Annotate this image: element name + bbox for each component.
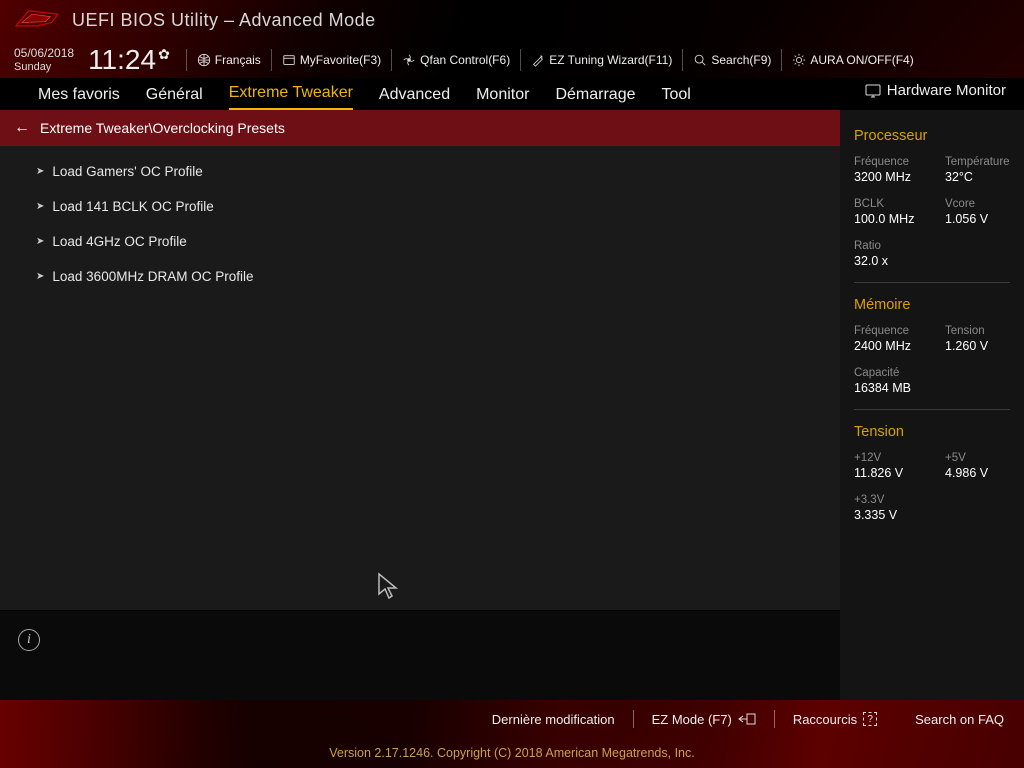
mem-section-title: Mémoire — [854, 297, 1010, 313]
tab-tool[interactable]: Tool — [661, 86, 690, 110]
temp-label: Température — [945, 156, 1010, 168]
monitor-icon — [865, 84, 881, 98]
list-item[interactable]: Load Gamers' OC Profile — [0, 154, 840, 189]
last-modification-button[interactable]: Dernière modification — [492, 712, 615, 727]
search-icon — [693, 53, 707, 67]
info-icon: i — [18, 629, 40, 651]
page-title: UEFI BIOS Utility – Advanced Mode — [72, 10, 376, 31]
bclk-label: BCLK — [854, 198, 919, 210]
myfavorite-button[interactable]: MyFavorite(F3) — [282, 53, 381, 67]
aura-icon — [792, 53, 806, 67]
bclk-value: 100.0 MHz — [854, 212, 919, 226]
ratio-value: 32.0 x — [854, 254, 919, 268]
list-item[interactable]: Load 4GHz OC Profile — [0, 224, 840, 259]
time-display[interactable]: 11:24✿ — [88, 44, 170, 76]
v33-value: 3.335 V — [854, 508, 919, 522]
v5-label: +5V — [945, 452, 1010, 464]
copyright-text: Version 2.17.1246. Copyright (C) 2018 Am… — [0, 746, 1024, 760]
ratio-label: Ratio — [854, 240, 919, 252]
tab-extreme-tweaker[interactable]: Extreme Tweaker — [229, 84, 353, 110]
v33-label: +3.3V — [854, 494, 919, 506]
vcore-label: Vcore — [945, 198, 1010, 210]
rog-logo-icon — [12, 6, 62, 34]
hardware-monitor-title: Hardware Monitor — [865, 82, 1006, 99]
date-display: 05/06/2018 Sunday — [14, 47, 74, 73]
language-button[interactable]: Français — [197, 53, 261, 67]
tab-boot[interactable]: Démarrage — [555, 86, 635, 110]
freq-label: Fréquence — [854, 156, 919, 168]
v12-label: +12V — [854, 452, 919, 464]
freq-value: 3200 MHz — [854, 170, 919, 184]
temp-value: 32°C — [945, 170, 1010, 184]
tab-monitor[interactable]: Monitor — [476, 86, 529, 110]
gear-icon: ✿ — [158, 46, 170, 63]
tab-general[interactable]: Général — [146, 86, 203, 110]
shortcuts-button[interactable]: Raccourcis ? — [793, 712, 877, 727]
tab-advanced[interactable]: Advanced — [379, 86, 450, 110]
breadcrumb-text: Extreme Tweaker\Overclocking Presets — [40, 120, 285, 136]
wizard-icon — [531, 53, 545, 67]
breadcrumb: ← Extreme Tweaker\Overclocking Presets — [0, 110, 840, 146]
info-bar: i — [0, 610, 840, 700]
search-faq-button[interactable]: Search on FAQ — [915, 712, 1004, 727]
capacity-value: 16384 MB — [854, 381, 919, 395]
list-item[interactable]: Load 141 BCLK OC Profile — [0, 189, 840, 224]
ezmode-button[interactable]: EZ Mode (F7) — [652, 712, 756, 727]
proc-section-title: Processeur — [854, 128, 1010, 144]
eztuning-button[interactable]: EZ Tuning Wizard(F11) — [531, 53, 672, 67]
globe-icon — [197, 53, 211, 67]
exit-icon — [738, 713, 756, 725]
capacity-label: Capacité — [854, 367, 919, 379]
aura-button[interactable]: AURA ON/OFF(F4) — [792, 53, 913, 67]
tab-favorites[interactable]: Mes favoris — [38, 86, 120, 110]
back-arrow-icon[interactable]: ← — [14, 119, 30, 137]
mem-tension-value: 1.260 V — [945, 339, 1010, 353]
list-item[interactable]: Load 3600MHz DRAM OC Profile — [0, 259, 840, 294]
vcore-value: 1.056 V — [945, 212, 1010, 226]
search-button[interactable]: Search(F9) — [693, 53, 771, 67]
favorite-icon — [282, 53, 296, 67]
mem-freq-value: 2400 MHz — [854, 339, 919, 353]
mem-tension-label: Tension — [945, 325, 1010, 337]
question-icon: ? — [863, 712, 877, 726]
fan-icon — [402, 53, 416, 67]
mem-freq-label: Fréquence — [854, 325, 919, 337]
qfan-button[interactable]: Qfan Control(F6) — [402, 53, 510, 67]
v12-value: 11.826 V — [854, 466, 919, 480]
hardware-monitor-sidebar: Processeur Fréquence 3200 MHz Températur… — [840, 110, 1024, 700]
v5-value: 4.986 V — [945, 466, 1010, 480]
tension-section-title: Tension — [854, 424, 1010, 440]
